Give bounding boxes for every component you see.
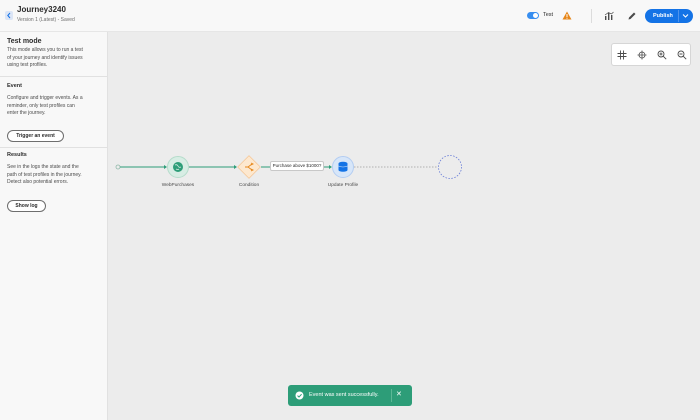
trigger-event-button[interactable]: Trigger an event <box>7 130 64 142</box>
edit-pencil-icon[interactable] <box>627 11 637 21</box>
publish-separator <box>678 10 679 22</box>
database-icon-base <box>338 168 348 172</box>
connector-arrow <box>329 165 332 169</box>
panel-description-line: using test profiles. <box>7 62 48 68</box>
journey-version-status: Version 1 (Latest) - Saved <box>17 17 75 23</box>
crosshair-icon[interactable] <box>637 50 647 60</box>
flow-start-point <box>115 164 121 170</box>
webpurchases-node-label: WebPurchases <box>161 183 195 188</box>
results-description-line: See in the logs the state and the <box>7 164 79 170</box>
panel-title: Test mode <box>7 38 42 45</box>
results-heading: Results <box>7 152 27 158</box>
connector-arrow <box>234 165 237 169</box>
report-chart-icon[interactable] <box>604 11 614 21</box>
journey-header: Journey3240 Version 1 (Latest) - Saved T… <box>0 0 700 32</box>
update-profile-node-label: Update Profile <box>327 183 359 188</box>
event-description-line: Configure and trigger events. As a <box>7 95 83 101</box>
condition-diamond[interactable] <box>237 155 261 179</box>
condition-path-label[interactable]: Purchase above $1000? <box>270 161 324 171</box>
results-description: See in the logs the state and the path o… <box>7 164 103 187</box>
panel-description-line: of your journey and identify issues <box>7 54 83 61</box>
toast-divider <box>391 389 392 402</box>
panel-divider <box>0 76 107 77</box>
chevron-left-icon <box>7 12 11 19</box>
toast-message: Event was sent successfully. <box>309 392 379 398</box>
event-heading: Event <box>7 83 22 89</box>
panel-description-line: This mode allows you to run a test <box>7 47 83 53</box>
results-description-line: Detect also potential errors. <box>7 179 69 185</box>
condition-node-label: Condition <box>238 183 260 188</box>
test-mode-label: Test <box>543 12 554 18</box>
event-description-line: reminder, only test profiles can <box>7 102 75 109</box>
panel-description: This mode allows you to run a test of yo… <box>7 47 103 70</box>
test-mode-toggle[interactable] <box>527 12 539 19</box>
grid-icon[interactable] <box>617 50 627 60</box>
zoom-out-icon[interactable] <box>677 50 687 60</box>
zoom-in-icon[interactable] <box>657 50 667 60</box>
journey-title: Journey3240 <box>17 5 66 14</box>
event-description-line: enter the journey. <box>7 110 46 116</box>
panel-divider <box>0 147 107 148</box>
webpurchases-node[interactable] <box>167 156 189 178</box>
journey-canvas[interactable] <box>108 32 700 420</box>
checkmark-circle-icon <box>295 391 304 400</box>
publish-label: Publish <box>653 12 673 19</box>
connector-arrow <box>164 165 167 169</box>
success-toast: Event was sent successfully. ✕ <box>288 385 412 406</box>
empty-node-placeholder[interactable] <box>438 155 462 179</box>
condition-node[interactable] <box>237 155 261 179</box>
event-description: Configure and trigger events. As a remin… <box>7 95 103 118</box>
header-divider <box>591 9 592 23</box>
warning-icon[interactable] <box>562 11 572 20</box>
globe-icon <box>173 162 183 172</box>
publish-button[interactable]: Publish <box>645 9 693 23</box>
chevron-down-icon[interactable] <box>682 13 689 19</box>
update-profile-node[interactable] <box>332 156 354 178</box>
test-mode-panel: Test mode This mode allows you to run a … <box>0 32 108 420</box>
close-icon[interactable]: ✕ <box>396 390 402 400</box>
back-button[interactable] <box>5 11 13 20</box>
canvas-toolbar <box>611 43 691 66</box>
show-log-button[interactable]: Show log <box>7 200 46 212</box>
results-description-line: path of test profiles in the journey. <box>7 171 82 178</box>
